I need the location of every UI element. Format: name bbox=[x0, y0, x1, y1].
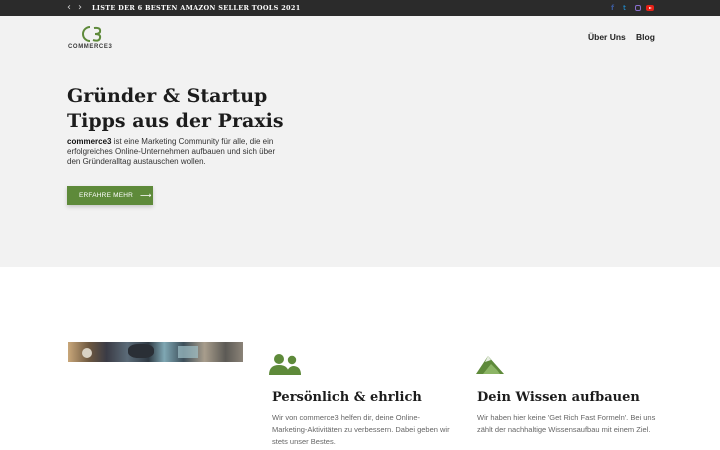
hero-title: Gründer & Startup Tipps aus der Praxis bbox=[67, 84, 327, 134]
people-icon bbox=[269, 354, 301, 375]
hero-title-line-1: Gründer & Startup bbox=[67, 85, 268, 107]
chevron-left-icon[interactable]: ‹ bbox=[64, 2, 74, 14]
learn-more-label: ERFAHRE MEHR bbox=[79, 192, 134, 199]
logo-text: COMMERCE3 bbox=[68, 44, 113, 50]
youtube-icon[interactable] bbox=[645, 3, 654, 13]
logo[interactable]: COMMERCE3 bbox=[68, 24, 118, 52]
learn-more-button[interactable]: ERFAHRE MEHR ⟶ bbox=[67, 186, 153, 205]
logo-mark-icon bbox=[82, 26, 102, 42]
hero-title-line-2: Tipps aus der Praxis bbox=[67, 110, 284, 132]
feature-text: Wir haben hier keine 'Get Rich Fast Form… bbox=[477, 413, 656, 434]
feature-title: Dein Wissen aufbauen bbox=[477, 390, 640, 405]
hero-description: commerce3 ist eine Marketing Community f… bbox=[67, 137, 282, 167]
news-ticker-link[interactable]: LISTE DER 6 BESTEN AMAZON SELLER TOOLS 2… bbox=[92, 3, 301, 13]
nav-link-about[interactable]: Über Uns bbox=[588, 31, 626, 43]
arrow-right-icon: ⟶ bbox=[140, 191, 152, 200]
mountain-icon bbox=[476, 356, 504, 374]
feature-title: Persönlich & ehrlich bbox=[272, 390, 422, 405]
instagram-icon[interactable] bbox=[633, 3, 642, 13]
nav-link-blog[interactable]: Blog bbox=[636, 31, 655, 43]
twitter-icon[interactable]: t bbox=[620, 3, 629, 13]
chevron-right-icon[interactable]: › bbox=[75, 2, 85, 14]
feature-text: Wir von commerce3 helfen dir, deine Onli… bbox=[272, 413, 450, 446]
hero-section: COMMERCE3 Über Uns Blog Gründer & Startu… bbox=[0, 16, 720, 267]
team-photo bbox=[68, 342, 243, 362]
top-bar: ‹ › LISTE DER 6 BESTEN AMAZON SELLER TOO… bbox=[0, 0, 720, 16]
hero-description-brand: commerce3 bbox=[67, 137, 112, 146]
facebook-icon[interactable]: f bbox=[608, 3, 617, 13]
